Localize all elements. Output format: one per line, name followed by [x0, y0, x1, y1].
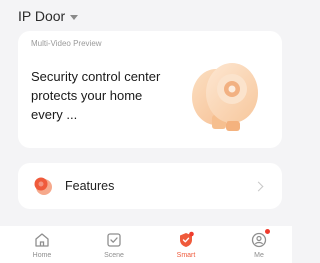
security-camera-illustration-icon [192, 63, 258, 131]
dropdown-caret-icon[interactable] [70, 14, 79, 20]
tab-home-label: Home [32, 252, 52, 259]
tab-smart[interactable]: Smart [161, 226, 211, 263]
preview-message: Security control center protects your ho… [31, 69, 161, 122]
preview-label: Multi-Video Preview [31, 39, 102, 48]
smart-icon [180, 231, 194, 247]
scene-icon [107, 233, 121, 247]
top-header: IP Door [0, 0, 292, 32]
tab-scene[interactable]: Scene [89, 226, 139, 263]
features-label: Features [65, 179, 115, 193]
chevron-right-icon [253, 181, 264, 192]
bottom-tab-bar: Home Scene Smart Me [0, 226, 292, 263]
features-row[interactable]: Features [18, 163, 282, 209]
multi-video-preview-card[interactable]: Multi-Video Preview Security control cen… [18, 31, 282, 148]
tab-smart-label: Smart [176, 252, 196, 259]
me-icon-wrapper [250, 229, 270, 249]
tab-me[interactable]: Me [234, 226, 284, 263]
notification-badge [265, 229, 270, 234]
tab-me-label: Me [254, 252, 264, 259]
tab-home[interactable]: Home [17, 226, 67, 263]
home-icon [35, 233, 49, 247]
features-icon [34, 177, 52, 195]
tab-scene-label: Scene [104, 252, 124, 259]
home-name[interactable]: IP Door [18, 8, 65, 24]
